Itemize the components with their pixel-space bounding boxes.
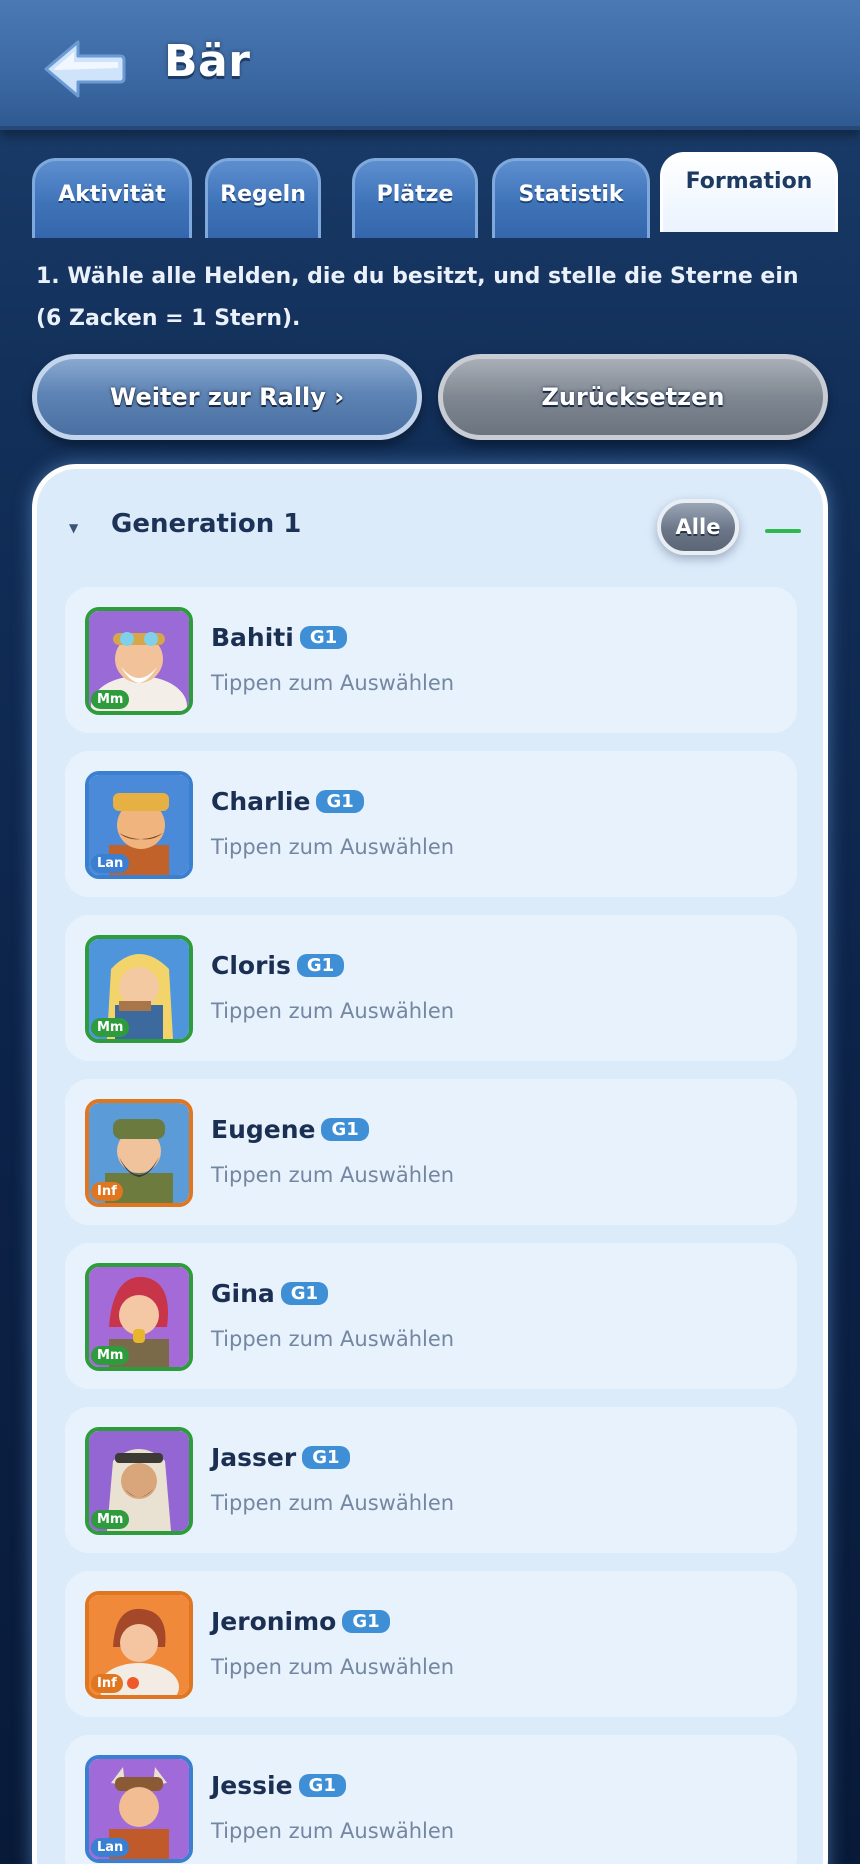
generation-badge: G1 — [342, 1610, 390, 1633]
hero-name: Gina G1 — [211, 1279, 329, 1308]
troop-type-badge: Lan — [91, 1838, 130, 1857]
generation-badge: G1 — [316, 790, 364, 813]
tab-aktivitaet[interactable]: Aktivität — [32, 158, 192, 238]
hero-name: Eugene G1 — [211, 1115, 369, 1144]
generation-badge: G1 — [298, 1774, 346, 1797]
troop-type-badge: Mm — [91, 1018, 130, 1037]
tab-plaetze[interactable]: Plätze — [352, 158, 478, 238]
hero-card-bahiti[interactable]: Mm Bahiti G1 Tippen zum Auswählen — [65, 587, 797, 733]
hero-card-cloris[interactable]: Mm Cloris G1 Tippen zum Auswählen — [65, 915, 797, 1061]
continue-to-rally-button[interactable]: Weiter zur Rally › — [32, 354, 422, 440]
hero-hint: Tippen zum Auswählen — [211, 1819, 455, 1843]
hero-name: Jessie G1 — [211, 1771, 346, 1800]
select-all-button[interactable]: Alle — [657, 499, 739, 555]
generation-title: Generation 1 — [111, 509, 302, 539]
troop-type-badge: Inf — [91, 1674, 123, 1693]
hero-name: Jasser G1 — [211, 1443, 350, 1472]
back-arrow-icon[interactable] — [42, 38, 126, 100]
troop-type-badge: Mm — [91, 1346, 130, 1365]
generation-badge: G1 — [280, 1282, 329, 1305]
hero-name: Jeronimo G1 — [211, 1607, 390, 1636]
hero-portrait: Lan — [85, 771, 193, 879]
tab-bar: Aktivität Regeln Plätze Statistik Format… — [32, 152, 838, 238]
page-title: Bär — [164, 36, 251, 87]
hero-portrait: Lan — [85, 1755, 193, 1863]
hero-portrait: Mm — [85, 1263, 193, 1371]
tab-statistik[interactable]: Statistik — [492, 158, 650, 238]
hero-name: Bahiti G1 — [211, 623, 348, 652]
hero-hint: Tippen zum Auswählen — [211, 1327, 455, 1351]
hero-hint: Tippen zum Auswählen — [211, 1491, 455, 1515]
hero-portrait: Inf — [85, 1099, 193, 1207]
hero-list: Mm Bahiti G1 Tippen zum Auswählen Lan Cha… — [65, 587, 797, 1864]
instruction-text: 1. Wähle alle Helden, die du besitzt, un… — [36, 264, 799, 331]
hero-card-jeronimo[interactable]: Inf Jeronimo G1 Tippen zum Auswählen — [65, 1571, 797, 1717]
generation-badge: G1 — [296, 954, 345, 977]
hero-name: Charlie G1 — [211, 787, 364, 816]
hero-card-charlie[interactable]: Lan Charlie G1 Tippen zum Auswählen — [65, 751, 797, 897]
hero-hint: Tippen zum Auswählen — [211, 835, 455, 859]
reset-button[interactable]: Zurücksetzen — [438, 354, 828, 440]
hero-hint: Tippen zum Auswählen — [211, 1163, 455, 1187]
hero-hint: Tippen zum Auswählen — [211, 1655, 455, 1679]
hero-card-gina[interactable]: Mm Gina G1 Tippen zum Auswählen — [65, 1243, 797, 1389]
hero-card-jasser[interactable]: Mm Jasser G1 Tippen zum Auswählen — [65, 1407, 797, 1553]
hero-hint: Tippen zum Auswählen — [211, 671, 455, 695]
generation-header[interactable]: ▼ Generation 1 Alle — [37, 469, 823, 579]
tab-regeln[interactable]: Regeln — [205, 158, 321, 238]
hero-portrait: Mm — [85, 607, 193, 715]
tab-formation[interactable]: Formation — [660, 152, 838, 232]
hero-portrait: Mm — [85, 935, 193, 1043]
hero-hint: Tippen zum Auswählen — [211, 999, 455, 1023]
hero-card-eugene[interactable]: Inf Eugene G1 Tippen zum Auswählen — [65, 1079, 797, 1225]
collapse-caret-icon[interactable]: ▼ — [69, 521, 78, 535]
generation-badge: G1 — [321, 1118, 369, 1141]
generation-badge: G1 — [302, 1446, 350, 1469]
troop-type-badge: Mm — [91, 690, 130, 709]
troop-type-badge: Mm — [91, 1510, 130, 1529]
hero-name: Cloris G1 — [211, 951, 345, 980]
generation-badge: G1 — [299, 626, 348, 649]
troop-type-badge: Inf — [91, 1182, 123, 1201]
hero-portrait: Inf — [85, 1591, 193, 1699]
hero-portrait: Mm — [85, 1427, 193, 1535]
troop-type-badge: Lan — [91, 854, 130, 873]
hero-card-jessie[interactable]: Lan Jessie G1 Tippen zum Auswählen — [65, 1735, 797, 1864]
top-bar: Bär — [0, 0, 860, 130]
minus-icon[interactable] — [765, 529, 801, 533]
hero-selection-panel: ▼ Generation 1 Alle Mm Bahiti G1 Tippen z… — [32, 464, 828, 1864]
